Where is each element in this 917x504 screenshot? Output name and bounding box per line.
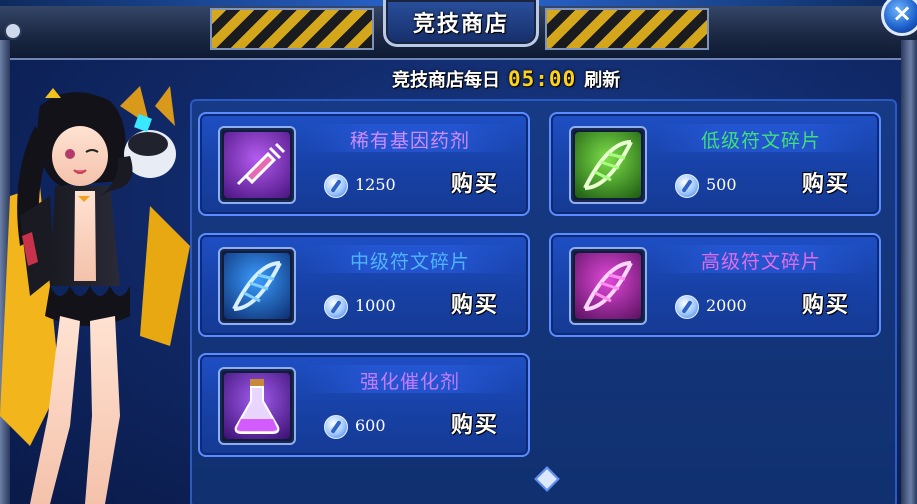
title-plate: 竞技商店 <box>383 0 539 47</box>
close-icon: × <box>891 0 913 27</box>
buy-button[interactable]: 购买 <box>795 289 857 323</box>
item-name: 稀有基因药剂 <box>349 130 470 152</box>
refresh-suffix: 刷新 <box>584 70 621 91</box>
corner-bolt <box>4 22 22 40</box>
item-name: 中级符文碎片 <box>349 251 470 273</box>
refresh-notice: 竞技商店每日 05:00 刷新 <box>392 66 620 92</box>
feather-coin-icon <box>675 174 699 198</box>
buy-button[interactable]: 购买 <box>444 289 506 323</box>
item-price: 2000 <box>706 296 747 315</box>
feather-coin-icon <box>324 174 348 198</box>
item-icon-frame <box>569 247 647 325</box>
right-frame-rail <box>901 40 917 504</box>
buy-button[interactable]: 购买 <box>795 168 857 202</box>
potion-flask-icon <box>224 373 290 439</box>
item-name: 强化催化剂 <box>359 371 460 393</box>
shop-item-card[interactable]: 强化催化剂 600 购买 <box>198 353 530 457</box>
item-name: 高级符文碎片 <box>700 251 821 273</box>
item-icon-frame <box>218 367 296 445</box>
shop-item-card[interactable]: 稀有基因药剂 1250 购买 <box>198 112 530 216</box>
dna-pink-icon <box>575 253 641 319</box>
hazard-stripes-left <box>210 8 374 50</box>
arena-shop-screen: 竞技商店 × 竞技商店每日 05:00 刷新 稀有基因药剂 1250 购买 低级… <box>0 0 917 504</box>
shop-item-card[interactable]: 高级符文碎片 2000 购买 <box>549 233 881 337</box>
feather-coin-icon <box>324 295 348 319</box>
top-frame: 竞技商店 <box>0 0 917 60</box>
feather-coin-icon <box>675 295 699 319</box>
syringe-icon <box>224 132 290 198</box>
item-icon-frame <box>218 126 296 204</box>
item-name: 低级符文碎片 <box>700 130 821 152</box>
item-price: 600 <box>355 416 386 435</box>
item-icon-frame <box>569 126 647 204</box>
buy-button[interactable]: 购买 <box>444 409 506 443</box>
page-title: 竞技商店 <box>412 12 509 37</box>
item-price: 500 <box>706 175 737 194</box>
shop-item-card[interactable]: 低级符文碎片 500 购买 <box>549 112 881 216</box>
item-price: 1250 <box>355 175 396 194</box>
buy-button[interactable]: 购买 <box>444 168 506 202</box>
item-icon-frame <box>218 247 296 325</box>
hazard-stripes-right <box>545 8 709 50</box>
dna-green-icon <box>575 132 641 198</box>
feather-coin-icon <box>324 415 348 439</box>
shop-item-card[interactable]: 中级符文碎片 1000 购买 <box>198 233 530 337</box>
character-illustration <box>0 86 190 504</box>
refresh-prefix: 竞技商店每日 <box>392 70 500 91</box>
item-price: 1000 <box>355 296 396 315</box>
dna-blue-icon <box>224 253 290 319</box>
refresh-time: 05:00 <box>508 67 577 91</box>
